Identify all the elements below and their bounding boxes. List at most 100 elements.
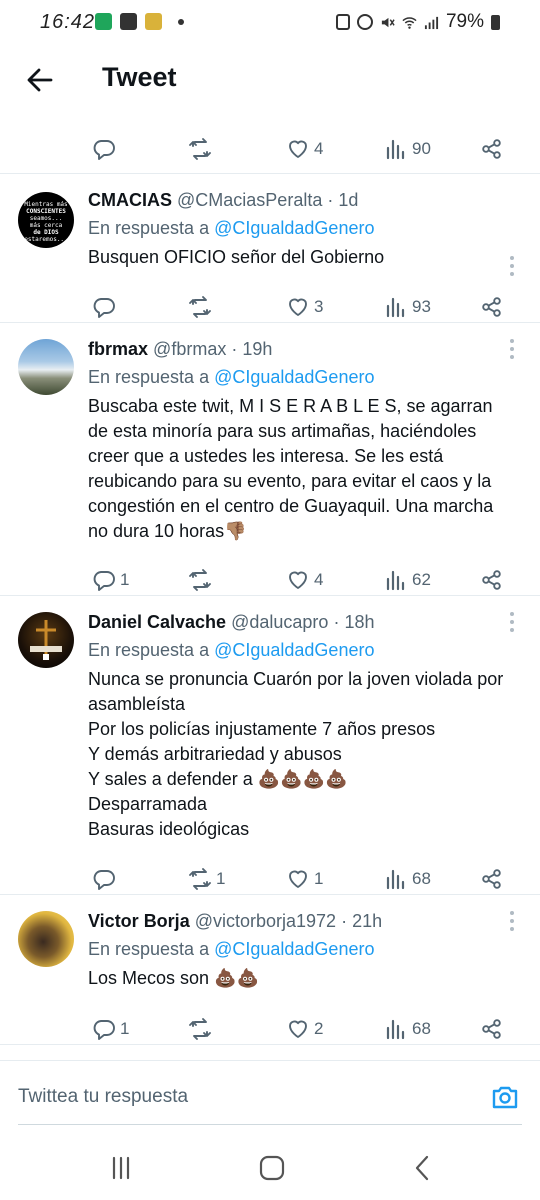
tweet-header: fbrmax @fbrmax · 19h: [88, 337, 516, 361]
bar-chart-icon: [386, 139, 405, 160]
cross-icon: [30, 620, 62, 660]
display-name[interactable]: fbrmax: [88, 339, 148, 359]
like-button[interactable]: 2: [286, 1007, 323, 1047]
input-underline: [18, 1124, 522, 1125]
more-vertical-icon[interactable]: [510, 256, 514, 280]
back-nav-icon[interactable]: [408, 1154, 438, 1182]
avatar-text-line: seamos...: [29, 215, 63, 222]
retweet-icon: [189, 569, 211, 591]
username[interactable]: @fbrmax: [153, 339, 226, 359]
tweet-header: Daniel Calvache @dalucapro · 18h: [88, 610, 516, 634]
tweet-header: Victor Borja @victorborja1972 · 21h: [88, 909, 516, 933]
notification-icons: [95, 13, 184, 30]
retweet-button[interactable]: [188, 127, 216, 171]
tweet-partial[interactable]: 4 90: [0, 112, 540, 174]
share-icon: [482, 297, 501, 317]
username[interactable]: @dalucapro: [231, 612, 328, 632]
status-bar: 16:42 79%: [0, 0, 540, 46]
recent-apps-icon[interactable]: [106, 1154, 136, 1182]
reply-context: En respuesta a @CIgualdadGenero: [88, 367, 375, 387]
share-icon: [482, 869, 501, 889]
tweet-content: CMACIAS @CMaciasPeralta · 1d En respuest…: [88, 188, 516, 270]
share-button[interactable]: [480, 1007, 504, 1047]
bar-chart-icon: [386, 570, 405, 591]
bar-chart-icon: [386, 869, 405, 890]
timestamp: · 19h: [231, 339, 273, 359]
avatar[interactable]: Mientras más CONSCIENTES seamos... más c…: [18, 192, 74, 248]
username[interactable]: @victorborja1972: [195, 911, 336, 931]
avatar-text-line: de DIOS: [33, 229, 59, 236]
reply-composer: Twittea tu respuesta: [0, 1060, 540, 1126]
reply-button[interactable]: [92, 127, 120, 171]
mention-link[interactable]: @CIgualdadGenero: [214, 939, 374, 959]
heart-icon: [289, 870, 307, 888]
avatar-text-line: CONSCIENTES: [26, 208, 66, 215]
gallery-icon: [120, 13, 137, 30]
tweet-item[interactable]: Victor Borja @victorborja1972 · 21h En r…: [0, 895, 540, 1045]
mention-link[interactable]: @CIgualdadGenero: [214, 640, 374, 660]
reply-input[interactable]: Twittea tu respuesta: [18, 1086, 188, 1108]
share-icon: [482, 570, 501, 590]
like-button[interactable]: 4: [286, 127, 323, 171]
battery-percent: 79%: [445, 11, 484, 32]
divider: [0, 1060, 540, 1061]
reply-context: En respuesta a @CIgualdadGenero: [88, 939, 375, 959]
more-vertical-icon[interactable]: [510, 612, 514, 636]
retweet-icon: [189, 138, 211, 160]
tweet-item[interactable]: Mientras más CONSCIENTES seamos... más c…: [0, 174, 540, 323]
tweet-text: Buscaba este twit, M I S E R A B L E S, …: [88, 396, 494, 541]
views-button[interactable]: 90: [384, 127, 431, 171]
reply-feed: 4 90 Mientras más CONSCIENTES seamos... …: [0, 112, 540, 1047]
more-vertical-icon[interactable]: [510, 911, 514, 935]
retweet-icon: [189, 296, 211, 318]
avatar-text-line: Mientras más: [24, 201, 68, 208]
tweet-text: Los Mecos son 💩💩: [88, 968, 259, 988]
display-name[interactable]: CMACIAS: [88, 190, 172, 210]
mention-link[interactable]: @CIgualdadGenero: [214, 367, 374, 387]
avatar[interactable]: [18, 612, 74, 668]
timestamp: · 21h: [341, 911, 383, 931]
bar-chart-icon: [386, 297, 405, 318]
username[interactable]: @CMaciasPeralta: [177, 190, 322, 210]
heart-icon: [289, 1020, 307, 1038]
tweet-item[interactable]: Daniel Calvache @dalucapro · 18h En resp…: [0, 596, 540, 895]
tweet-content: Daniel Calvache @dalucapro · 18h En resp…: [88, 610, 516, 842]
alarm-icon: [356, 14, 373, 30]
tweet-content: Victor Borja @victorborja1972 · 21h En r…: [88, 909, 516, 991]
status-time: 16:42: [40, 11, 96, 33]
heart-icon: [289, 298, 307, 316]
tweet-text: Busquen OFICIO señor del Gobierno: [88, 247, 385, 267]
share-button[interactable]: [480, 127, 504, 171]
home-icon[interactable]: [257, 1154, 287, 1182]
arrow-left-icon[interactable]: [22, 62, 58, 98]
camera-icon[interactable]: [490, 1082, 520, 1112]
mention-link[interactable]: @CIgualdadGenero: [214, 218, 374, 238]
tweet-header: CMACIAS @CMaciasPeralta · 1d: [88, 188, 516, 212]
top-app-bar: Tweet: [0, 50, 540, 112]
wifi-icon: [402, 16, 417, 29]
comment-icon: [93, 1020, 115, 1040]
avatar-text-line: estaremos...: [24, 236, 68, 243]
display-name[interactable]: Daniel Calvache: [88, 612, 226, 632]
system-icons: 79%: [335, 11, 500, 33]
avatar-text-line: más cerca: [29, 222, 63, 229]
retweet-button[interactable]: [188, 1007, 216, 1047]
comment-icon: [93, 140, 115, 160]
tweet-item[interactable]: fbrmax @fbrmax · 19h En respuesta a @CIg…: [0, 323, 540, 596]
timestamp: · 1d: [327, 190, 359, 210]
heart-icon: [289, 140, 307, 158]
signal-icon: [424, 16, 439, 29]
reply-context: En respuesta a @CIgualdadGenero: [88, 218, 375, 238]
more-vertical-icon[interactable]: [510, 339, 514, 363]
lock-icon: [335, 14, 350, 30]
tweet-text: Nunca se pronuncia Cuarón por la joven v…: [88, 669, 504, 839]
reply-button[interactable]: 1: [92, 1007, 129, 1047]
bar-chart-icon: [386, 1019, 405, 1040]
more-notifications-dot: [178, 18, 184, 25]
display-name[interactable]: Victor Borja: [88, 911, 190, 931]
file-icon: [145, 13, 162, 30]
avatar[interactable]: [18, 911, 74, 967]
views-button[interactable]: 68: [384, 1007, 431, 1047]
comment-icon: [93, 298, 115, 318]
avatar[interactable]: [18, 339, 74, 395]
